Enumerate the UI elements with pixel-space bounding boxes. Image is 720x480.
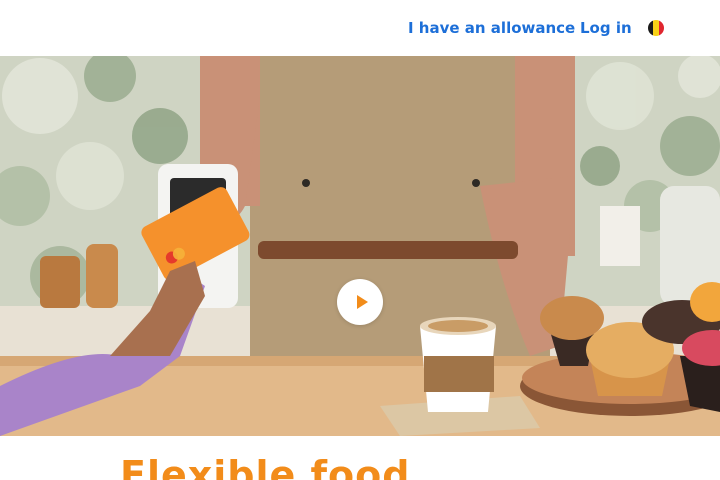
play-button[interactable] [337, 279, 383, 325]
belgium-flag-icon[interactable] [648, 20, 664, 36]
site-header: I have an allowance Log in [0, 0, 720, 56]
page-heading: Flexible food [120, 453, 411, 480]
play-icon [356, 295, 368, 309]
login-link[interactable]: Log in [580, 19, 632, 37]
hero-image [0, 56, 720, 436]
hero-video[interactable] [0, 56, 720, 436]
allowance-link[interactable]: I have an allowance [408, 19, 575, 37]
